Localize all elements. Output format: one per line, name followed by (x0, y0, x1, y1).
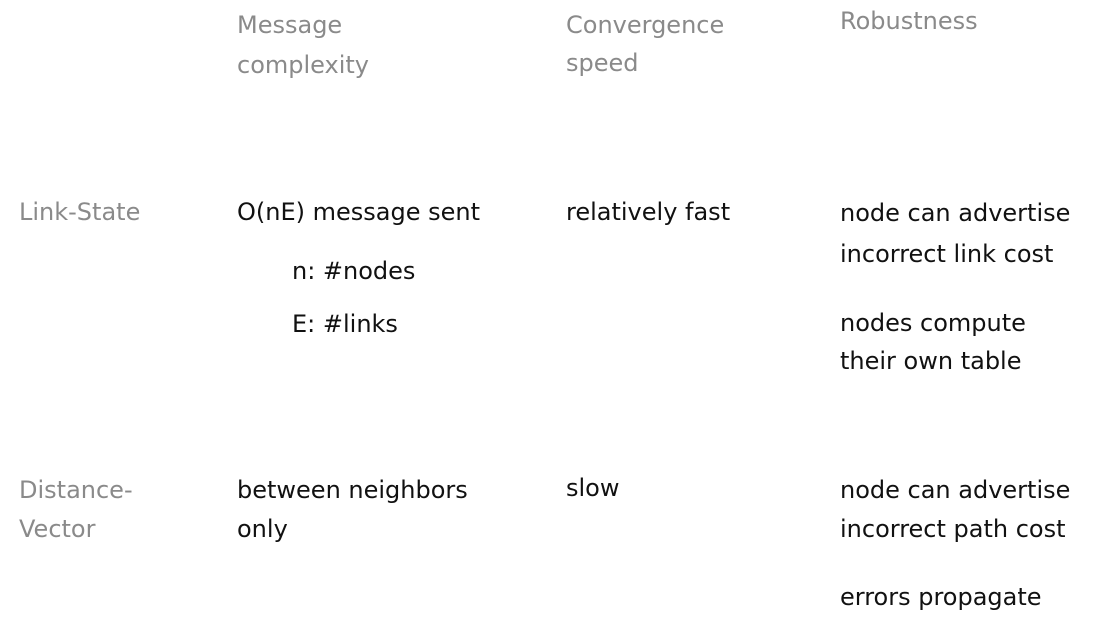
row-label-distance-vector-line1: Distance- (19, 476, 133, 504)
link-state-message-complexity: O(nE) message sent (237, 198, 480, 226)
distance-vector-message-complexity-line2: only (237, 515, 288, 543)
distance-vector-message-complexity-line1: between neighbors (237, 476, 468, 504)
link-state-robustness-1-line1: node can advertise (840, 199, 1071, 227)
link-state-note-links: E: #links (292, 310, 398, 338)
link-state-robustness-1-line2: incorrect link cost (840, 240, 1054, 268)
link-state-note-nodes: n: #nodes (292, 257, 416, 285)
header-message-complexity-line1: Message (237, 11, 343, 39)
header-convergence-speed-line1: Convergence (566, 11, 725, 39)
distance-vector-robustness-1-line1: node can advertise (840, 476, 1071, 504)
header-convergence-speed-line2: speed (566, 49, 639, 77)
header-robustness: Robustness (840, 7, 978, 35)
distance-vector-robustness-1-line2: incorrect path cost (840, 515, 1066, 543)
distance-vector-convergence-speed: slow (566, 474, 620, 502)
link-state-convergence-speed: relatively fast (566, 198, 731, 226)
link-state-robustness-2-line2: their own table (840, 347, 1022, 375)
distance-vector-robustness-2: errors propagate (840, 583, 1042, 611)
header-message-complexity-line2: complexity (237, 51, 369, 79)
row-label-link-state: Link-State (19, 198, 141, 226)
link-state-robustness-2-line1: nodes compute (840, 309, 1026, 337)
row-label-distance-vector-line2: Vector (19, 515, 96, 543)
